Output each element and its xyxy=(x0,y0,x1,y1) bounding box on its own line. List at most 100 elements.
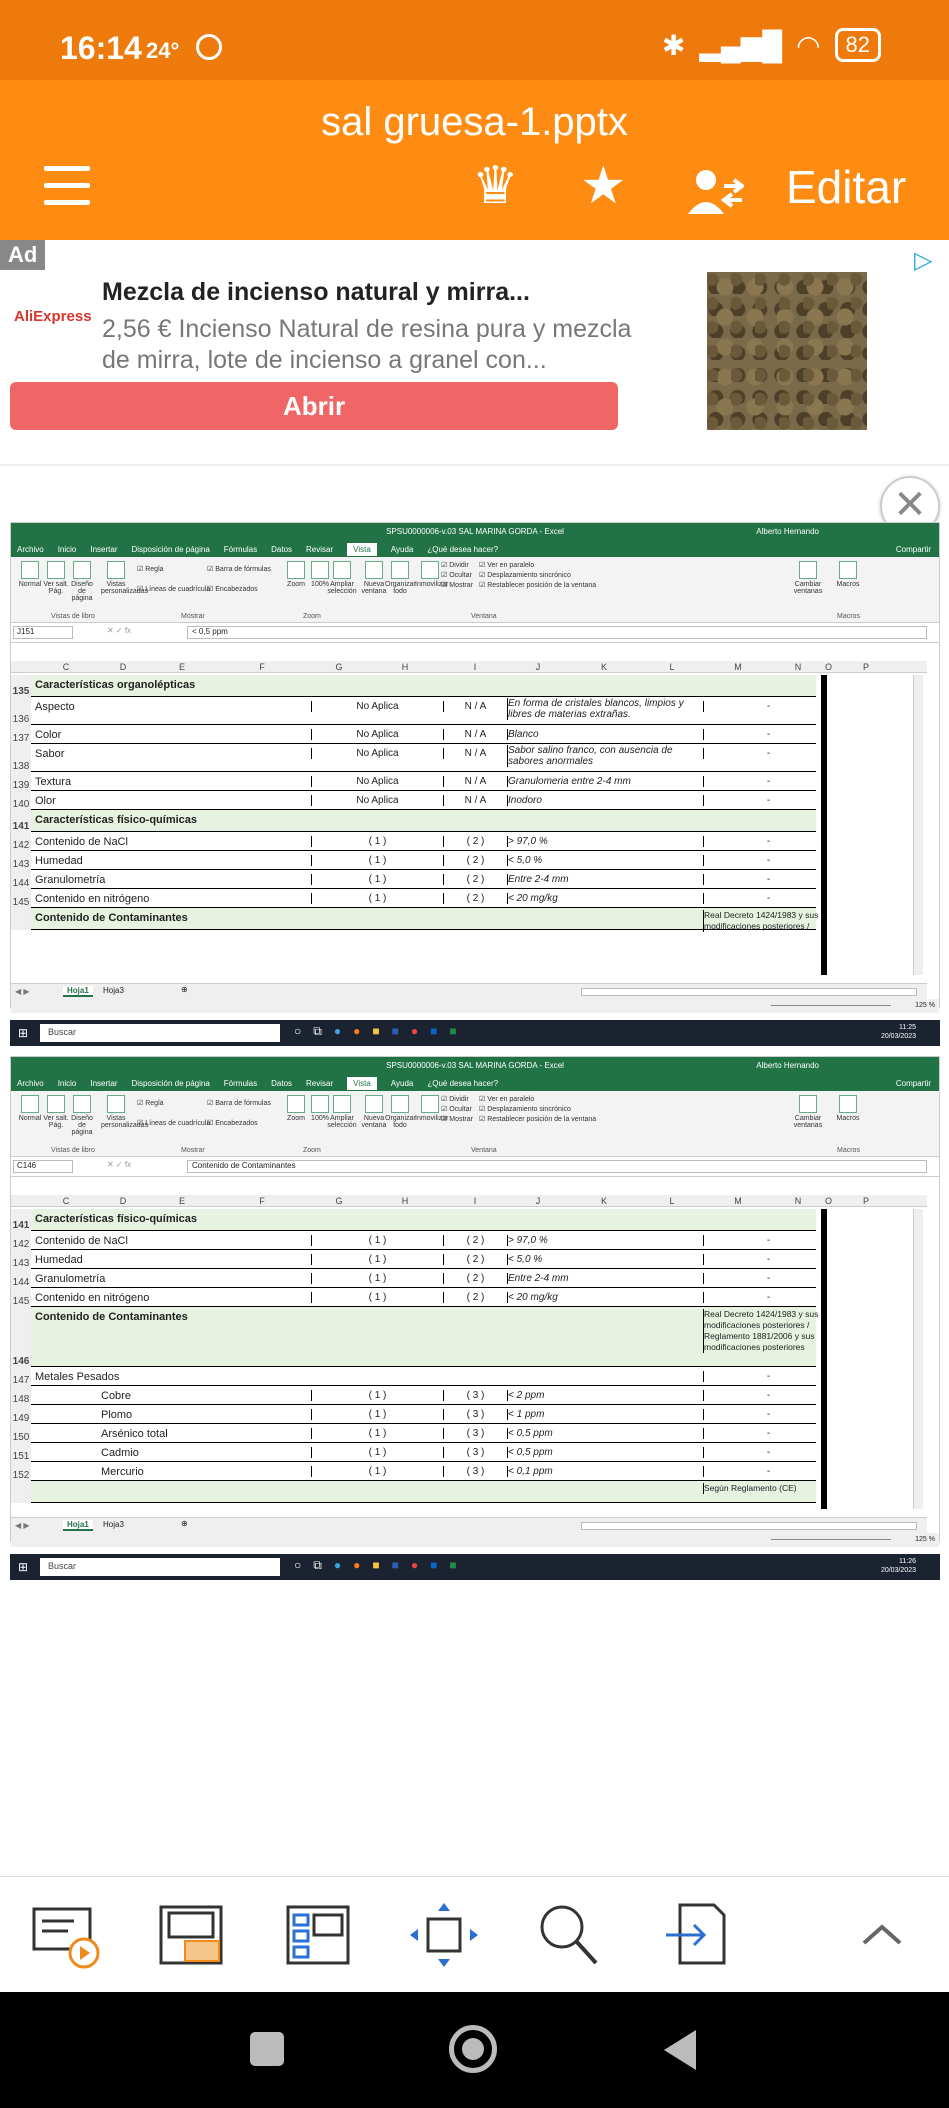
cell-i[interactable]: ( 2 ) xyxy=(443,893,507,904)
row-number[interactable]: 147 xyxy=(11,1367,31,1386)
cell-c[interactable]: Granulometría xyxy=(35,874,305,886)
ad-banner[interactable]: Ad ▷ AliExpress Mezcla de incienso natur… xyxy=(0,240,949,466)
slideshow-icon[interactable] xyxy=(30,1901,102,1969)
row-number[interactable]: 145 xyxy=(11,1288,31,1307)
outlook-icon[interactable]: ■ xyxy=(430,1024,437,1039)
cell-g[interactable]: No Aplica xyxy=(311,776,443,787)
ribbon-button-ampliar[interactable]: Ampliar selección xyxy=(327,561,357,595)
row-number[interactable]: 144 xyxy=(11,1269,31,1288)
cell-g[interactable]: ( 1 ) xyxy=(311,1292,443,1303)
cell-j[interactable]: Entre 2-4 mm xyxy=(507,1273,703,1284)
windows-start-icon[interactable]: ⊞ xyxy=(18,1560,28,1574)
cell-m[interactable]: - xyxy=(703,1447,833,1458)
cell-i[interactable]: N / A xyxy=(443,795,507,806)
cell-m[interactable]: - xyxy=(703,795,833,806)
row-number[interactable]: 141 xyxy=(11,810,31,832)
vertical-scrollbar[interactable] xyxy=(913,675,923,975)
outlook-icon[interactable]: ■ xyxy=(430,1558,437,1573)
ribbon-option-dividir[interactable]: ☑ Dividir xyxy=(441,561,469,569)
cell-g[interactable]: ( 1 ) xyxy=(311,1390,443,1401)
cell-m[interactable]: - xyxy=(703,893,833,904)
ribbon-tab[interactable]: Revisar xyxy=(306,545,333,554)
cell-m[interactable]: - xyxy=(703,776,833,787)
ribbon-tab[interactable]: Insertar xyxy=(90,1079,117,1088)
cell-i[interactable]: N / A xyxy=(443,729,507,740)
ribbon-tab[interactable]: Fórmulas xyxy=(224,545,257,554)
horizontal-scrollbar[interactable] xyxy=(581,988,917,996)
ribbon-option-paralelo[interactable]: ☑ Ver en paralelo xyxy=(479,561,534,569)
cell-j[interactable]: < 0,5 ppm xyxy=(507,1428,703,1439)
ad-description[interactable]: 2,56 € Incienso Natural de resina pura y… xyxy=(102,314,642,376)
row-number[interactable] xyxy=(11,1481,31,1503)
ribbon-button-vistas[interactable]: Vistas personalizadas xyxy=(101,1095,148,1129)
column-header[interactable]: N xyxy=(771,1196,825,1206)
cell-c[interactable]: Contenido en nitrógeno xyxy=(35,1292,305,1304)
ribbon-option-mostrar[interactable]: ☑ Mostrar xyxy=(441,1115,473,1123)
cell-m[interactable]: - xyxy=(703,874,833,885)
column-header[interactable]: I xyxy=(443,662,507,672)
cell-m[interactable]: - xyxy=(703,1390,833,1401)
cell-g[interactable]: No Aplica xyxy=(311,701,443,712)
row-number[interactable]: 152 xyxy=(11,1462,31,1481)
cell-c[interactable]: Granulometría xyxy=(35,1273,305,1285)
cell-c[interactable]: Humedad xyxy=(35,855,305,867)
ribbon-option-ocultar[interactable]: ☑ Ocultar xyxy=(441,1105,472,1113)
firefox-icon[interactable]: ● xyxy=(353,1024,360,1039)
sheet-tab[interactable]: Hoja3 xyxy=(103,986,124,995)
cell-i[interactable]: ( 2 ) xyxy=(443,1273,507,1284)
cell-c[interactable]: Metales Pesados xyxy=(35,1371,305,1383)
ribbon-tab[interactable]: Ayuda xyxy=(391,1079,414,1088)
cell-i[interactable]: ( 3 ) xyxy=(443,1409,507,1420)
ribbon-button-vistas[interactable]: Vistas personalizadas xyxy=(101,561,148,595)
cell-j[interactable]: Blanco xyxy=(507,729,703,740)
cell-i[interactable]: ( 3 ) xyxy=(443,1428,507,1439)
cortana-icon[interactable]: ○ xyxy=(294,1558,301,1573)
cell-i[interactable]: N / A xyxy=(443,701,507,712)
ribbon-option-dividir[interactable]: ☑ Dividir xyxy=(441,1095,469,1103)
cell-i[interactable]: N / A xyxy=(443,748,507,759)
cortana-icon[interactable]: ○ xyxy=(294,1024,301,1039)
edge-icon[interactable]: ● xyxy=(334,1024,341,1039)
share-users-icon[interactable] xyxy=(688,168,744,216)
ribbon-button-organizar[interactable]: Organizar todo xyxy=(385,1095,416,1129)
cell-c[interactable]: Contenido de NaCl xyxy=(35,1235,305,1247)
row-number[interactable]: 137 xyxy=(11,725,31,744)
ribbon-button-macros[interactable]: Macros xyxy=(833,1095,863,1122)
windows-start-icon[interactable]: ⊞ xyxy=(18,1026,28,1040)
ribbon-option-encab[interactable]: ☑ Encabezados xyxy=(207,585,258,593)
cell-g[interactable]: ( 1 ) xyxy=(311,836,443,847)
cell-j[interactable]: En forma de cristales blancos, limpios y… xyxy=(507,698,703,720)
cell-m[interactable]: Según Reglamento (CE) xyxy=(703,1483,833,1494)
back-button[interactable] xyxy=(664,2030,696,2070)
ribbon-tab[interactable]: Inicio xyxy=(58,545,77,554)
ribbon-tab[interactable]: Disposición de página xyxy=(132,545,210,554)
cell-c[interactable]: Humedad xyxy=(35,1254,305,1266)
cell-i[interactable]: ( 2 ) xyxy=(443,855,507,866)
row-number[interactable] xyxy=(11,908,31,930)
cell-i[interactable]: ( 3 ) xyxy=(443,1466,507,1477)
firefox-icon[interactable]: ● xyxy=(353,1558,360,1573)
cell-i[interactable]: ( 3 ) xyxy=(443,1447,507,1458)
cell-j[interactable]: > 97,0 % xyxy=(507,836,703,847)
cell-m[interactable]: - xyxy=(703,701,833,712)
row-number[interactable]: 138 xyxy=(11,744,31,772)
column-header[interactable]: P xyxy=(831,1196,901,1206)
cell-i[interactable]: ( 2 ) xyxy=(443,1235,507,1246)
folder-icon[interactable]: ■ xyxy=(372,1558,379,1573)
ribbon-option-regla[interactable]: ☑ Regla xyxy=(137,565,164,573)
cell-j[interactable]: Granulomeria entre 2-4 mm xyxy=(507,776,703,787)
ribbon-option-regla[interactable]: ☑ Regla xyxy=(137,1099,164,1107)
column-header[interactable]: K xyxy=(569,1196,639,1206)
cell-j[interactable]: < 5,0 % xyxy=(507,855,703,866)
cell-g[interactable]: ( 1 ) xyxy=(311,874,443,885)
column-header[interactable]: D xyxy=(95,1196,151,1206)
cell-c[interactable]: Características organolépticas xyxy=(35,679,305,691)
sheet-nav-arrows[interactable]: ◀ ▶ xyxy=(15,1521,30,1530)
ribbon-option-lineas[interactable]: ☑ Líneas de cuadrícula xyxy=(137,585,210,593)
ribbon-button-organizar[interactable]: Organizar todo xyxy=(385,561,416,595)
cell-j[interactable]: < 0,1 ppm xyxy=(507,1466,703,1477)
cell-c[interactable]: Contenido de Contaminantes xyxy=(35,1311,305,1323)
edit-button[interactable]: Editar xyxy=(786,160,906,214)
cell-c[interactable]: Contenido de Contaminantes xyxy=(35,912,305,924)
cell-g[interactable]: ( 1 ) xyxy=(311,1466,443,1477)
